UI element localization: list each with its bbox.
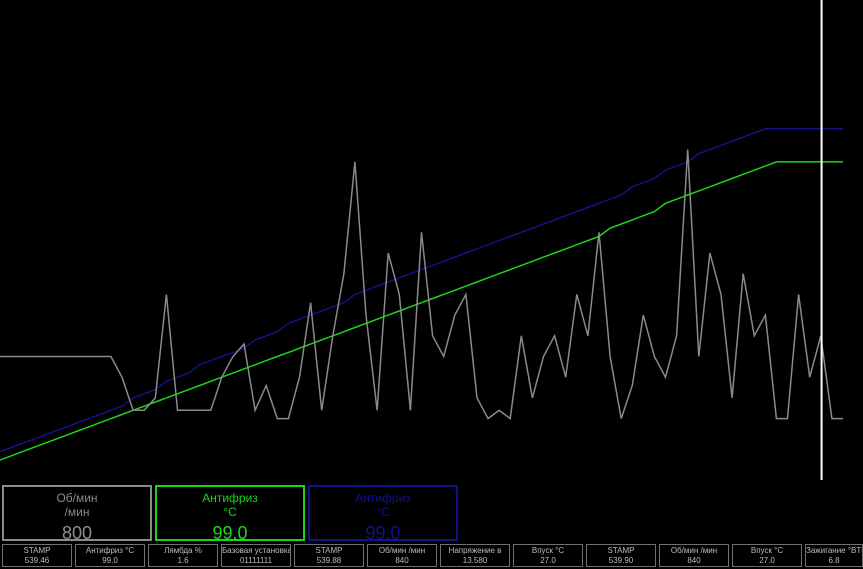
status-cell: STAMP 539.90 (586, 544, 656, 567)
status-label: STAMP (23, 546, 51, 555)
coolant-line (0, 161, 843, 461)
status-cell: Впуск °C 27.0 (513, 544, 583, 567)
coolant-panel: Антифриз °C 99.0 (155, 485, 305, 543)
rpm-unit: /мин (64, 505, 90, 519)
status-cell: Напряжение в 13.580 (440, 544, 510, 567)
status-label: Антифриз °C (85, 546, 135, 555)
data-graph (0, 0, 843, 480)
status-cell: Базовая установка 01111111 (221, 544, 291, 567)
status-value: 539.46 (24, 556, 50, 565)
status-cell: Зажигание °BTDC6.8 (805, 544, 863, 567)
status-label: Напряжение в (448, 546, 502, 555)
status-value: 27.0 (540, 556, 556, 565)
status-value: 99.0 (102, 556, 118, 565)
status-label: STAMP (315, 546, 343, 555)
status-value: 27.0 (759, 556, 775, 565)
coolant2-unit: °C (376, 505, 390, 519)
status-label: Лямбда % (164, 546, 202, 555)
coolant2-value: 99.0 (365, 523, 401, 543)
status-cell: Лямбда % 1.6 (148, 544, 218, 567)
status-cell: Об/мин /мин 840 (367, 544, 437, 567)
status-label: STAMP (607, 546, 635, 555)
status-value: 1.6 (177, 556, 189, 565)
rpm-line (0, 149, 843, 420)
rpm-label: Об/мин (56, 491, 98, 505)
coolant2-line (0, 128, 843, 453)
rpm-panel: Об/мин /мин 800 (2, 485, 152, 543)
status-value: 539.90 (608, 556, 634, 565)
status-value: 01111111 (239, 556, 273, 565)
coolant-value: 99.0 (212, 523, 248, 543)
coolant-label: Антифриз (202, 491, 258, 505)
status-label: Впуск °C (750, 546, 784, 555)
status-bar: STAMP 539.46 Антифриз °C 99.0 Лямбда % 1.6 Баз… (0, 544, 863, 569)
coolant-unit: °C (223, 505, 237, 519)
coolant2-label: Антифриз (355, 491, 411, 505)
status-cell: STAMP 539.88 (294, 544, 364, 567)
status-label: Впуск °C (531, 546, 565, 555)
rpm-value: 800 (61, 523, 93, 543)
status-cell: Антифриз °C 99.0 (75, 544, 145, 567)
coolant2-panel: Антифриз °C 99.0 (308, 485, 458, 543)
status-value: 840 (687, 556, 701, 565)
status-value: 539.88 (316, 556, 342, 565)
status-cell: Об/мин /мин 840 (659, 544, 729, 567)
status-label: Базовая установка (222, 546, 291, 555)
status-label: Зажигание °BTDC (806, 546, 862, 555)
status-value: 6.8 (828, 556, 840, 565)
status-cell: Впуск °C 27.0 (732, 544, 802, 567)
status-value: 13.580 (462, 556, 488, 565)
status-cell: STAMP 539.46 (2, 544, 72, 567)
status-label: Об/мин /мин (670, 546, 718, 555)
status-label: Об/мин /мин (378, 546, 426, 555)
status-value: 840 (395, 556, 409, 565)
